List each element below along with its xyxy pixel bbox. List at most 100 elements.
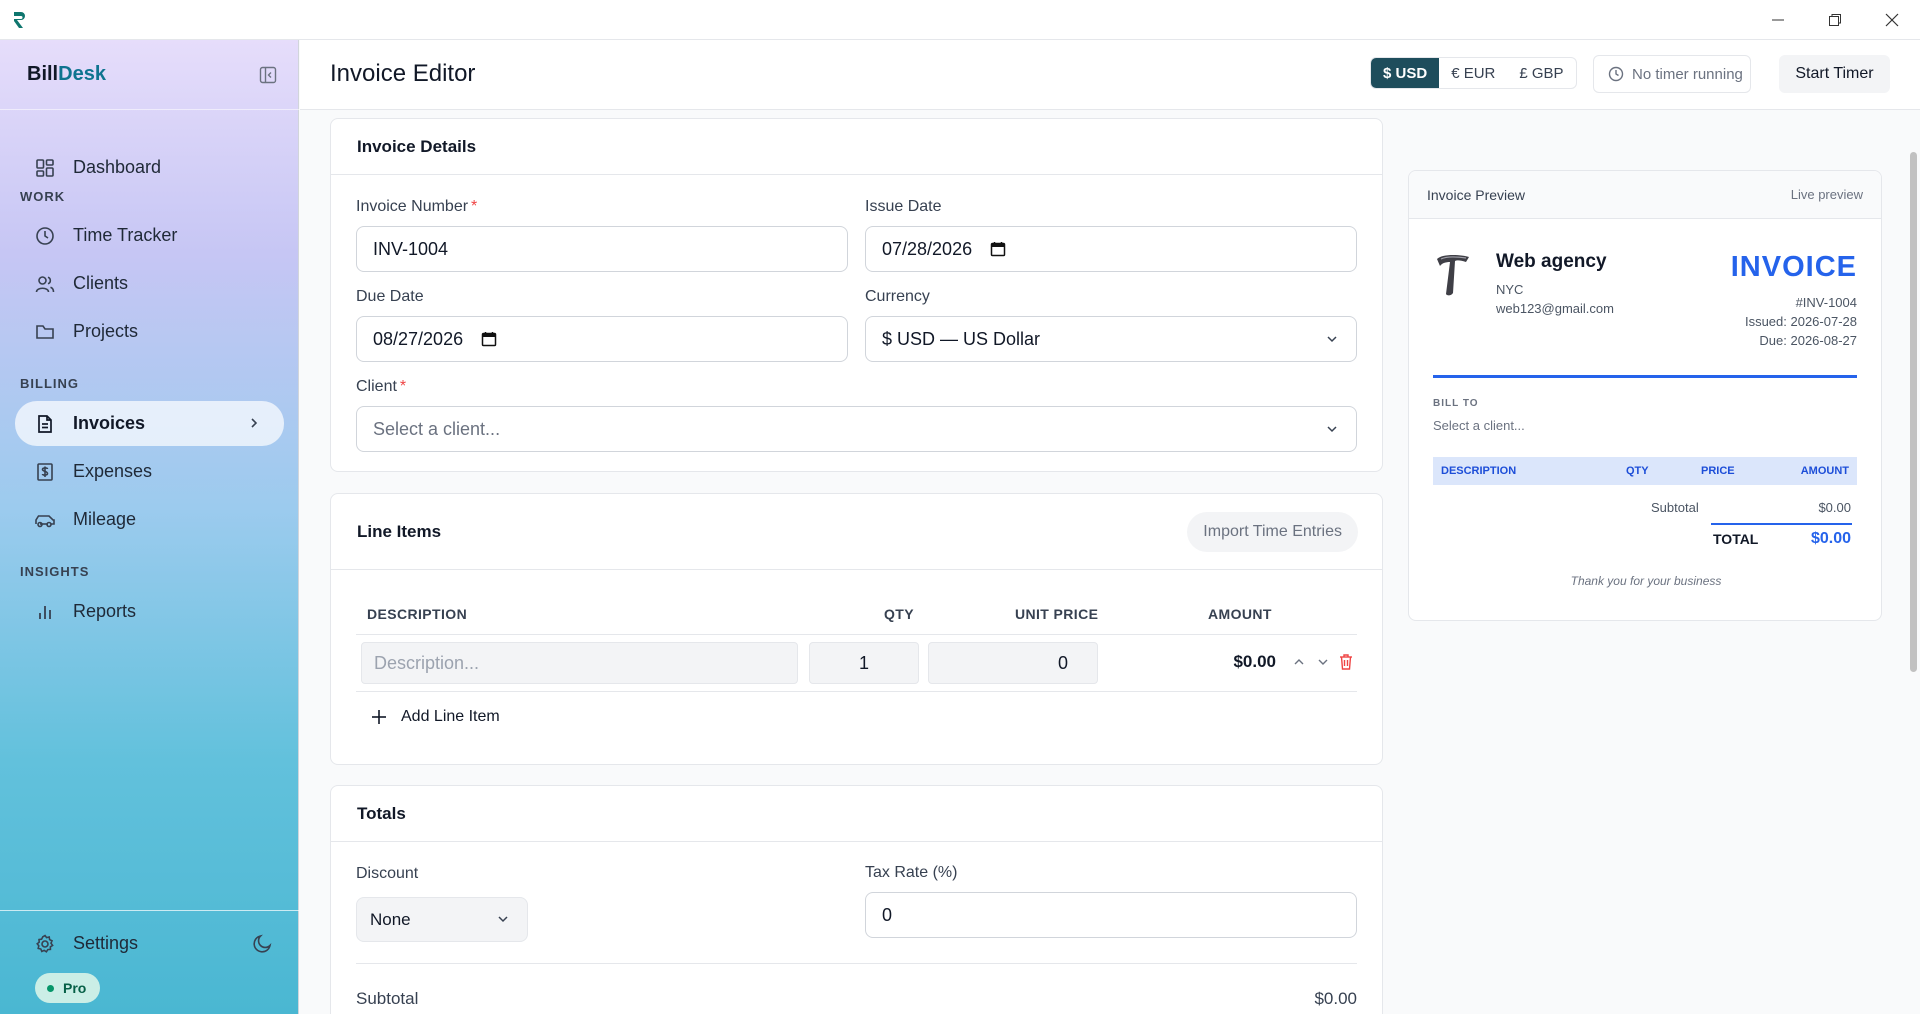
sidebar-item-label: Clients	[73, 273, 129, 293]
currency-switcher: $ USD € EUR £ GBP	[1370, 57, 1577, 89]
add-line-item-label: Add Line Item	[401, 708, 500, 725]
sidebar-item-label: Dashboard	[73, 157, 162, 177]
trash-icon[interactable]	[1338, 653, 1354, 676]
line-item-unit-price-input[interactable]: 0	[928, 642, 1098, 684]
preview-col-description: DESCRIPTION	[1441, 465, 1517, 477]
company-email: web123@gmail.com	[1496, 301, 1614, 316]
preview-header: Invoice Preview Live preview	[1409, 171, 1881, 219]
invoice-number: #INV-1004	[1795, 295, 1857, 310]
move-down-icon[interactable]	[1315, 654, 1331, 675]
sidebar-item-mileage[interactable]: Mileage	[15, 497, 284, 542]
discount-select[interactable]: None	[356, 897, 528, 942]
sidebar-item-settings[interactable]: Settings	[15, 921, 284, 966]
sidebar-item-projects[interactable]: Projects	[15, 309, 284, 354]
preview-table-header: DESCRIPTION QTY PRICE AMOUNT	[1433, 457, 1857, 485]
plan-badge-label: Pro	[63, 980, 87, 996]
sidebar-item-time-tracker[interactable]: Time Tracker	[15, 213, 284, 258]
preview-subtotal-value: $0.00	[1818, 500, 1851, 515]
calendar-icon[interactable]	[481, 331, 497, 347]
currency-select-value: $ USD — US Dollar	[882, 328, 1041, 349]
divider	[356, 691, 1357, 692]
line-item-amount: $0.00	[1233, 652, 1276, 671]
preview-col-amount: AMOUNT	[1800, 465, 1849, 477]
clock-icon	[33, 224, 57, 248]
issue-date-value: 07/28/2026	[882, 238, 973, 259]
dashboard-icon	[33, 156, 57, 180]
preview-subtotal-label: Subtotal	[1651, 500, 1699, 515]
calendar-icon[interactable]	[990, 241, 1006, 257]
car-icon	[33, 508, 57, 532]
invoice-doc-title: INVOICE	[1730, 251, 1857, 283]
import-time-entries-button[interactable]: Import Time Entries	[1187, 512, 1358, 552]
timer-status-label: No timer running	[1632, 65, 1743, 83]
line-items-card: Line Items Import Time Entries DESCRIPTI…	[330, 493, 1383, 765]
totals-card: Totals Discount None Tax Rate (%) 0 Subt…	[330, 785, 1383, 1014]
subtotal-value: $0.00	[1314, 989, 1357, 1008]
sidebar-item-label: Time Tracker	[73, 225, 178, 245]
section-label-billing: BILLING	[20, 376, 79, 391]
bill-to-value: Select a client...	[1433, 418, 1525, 433]
title-bar	[0, 0, 1920, 40]
restore-button[interactable]	[1806, 0, 1863, 40]
tax-rate-label: Tax Rate (%)	[865, 864, 958, 881]
sidebar-item-dashboard[interactable]: Dashboard	[15, 145, 284, 190]
due-date-label: Due Date	[356, 288, 424, 305]
folder-icon	[33, 320, 57, 344]
sidebar-item-label: Mileage	[73, 509, 137, 529]
settings-label: Settings	[73, 933, 139, 953]
issue-date-label: Issue Date	[865, 198, 942, 215]
invoice-number-input[interactable]: INV-1004	[356, 226, 848, 272]
plan-badge: Pro	[35, 973, 101, 1003]
company-logo-icon	[1433, 249, 1473, 304]
start-timer-button[interactable]: Start Timer	[1779, 55, 1890, 93]
currency-select[interactable]: $ USD — US Dollar	[865, 316, 1357, 362]
preview-footer-note: Thank you for your business	[1570, 574, 1722, 588]
line-item-description-input[interactable]: Description...	[361, 642, 798, 684]
bill-to-label: BILL TO	[1433, 398, 1479, 409]
brand-row: BillDesk	[0, 40, 299, 110]
currency-eur-button[interactable]: € EUR	[1439, 58, 1507, 88]
invoice-issued: Issued: 2026-07-28	[1744, 314, 1857, 329]
scrollbar[interactable]	[1910, 152, 1917, 672]
currency-gbp-button[interactable]: £ GBP	[1507, 58, 1575, 88]
page-title: Invoice Editor	[330, 60, 476, 87]
preview-title: Invoice Preview	[1427, 186, 1526, 203]
tax-rate-input[interactable]: 0	[865, 892, 1357, 938]
move-up-icon[interactable]	[1291, 654, 1307, 675]
accent-rule	[1433, 375, 1857, 378]
add-line-item-button[interactable]: Add Line Item	[371, 708, 500, 726]
minimize-button[interactable]	[1749, 0, 1806, 40]
sidebar-item-clients[interactable]: Clients	[15, 261, 284, 306]
total-rule	[1711, 523, 1852, 525]
card-title: Invoice Details	[331, 119, 1382, 175]
sidebar-item-expenses[interactable]: Expenses	[15, 449, 284, 494]
sidebar-item-label: Projects	[73, 321, 139, 341]
moon-icon[interactable]	[252, 932, 274, 959]
sidebar: BillDesk Dashboard WORK Time Tracker Cli…	[0, 40, 299, 1014]
app-logo-icon	[0, 0, 40, 40]
close-button[interactable]	[1863, 0, 1920, 40]
file-icon	[33, 412, 57, 436]
chevron-right-icon	[244, 413, 264, 438]
sidebar-item-invoices[interactable]: Invoices	[15, 401, 284, 446]
required-mark: *	[399, 378, 407, 395]
company-city: NYC	[1496, 282, 1524, 297]
invoice-details-card: Invoice Details Invoice Number * INV-1004…	[330, 118, 1383, 472]
sidebar-item-reports[interactable]: Reports	[15, 589, 284, 634]
currency-usd-button[interactable]: $ USD	[1371, 58, 1440, 88]
gear-icon	[33, 932, 57, 956]
sidebar-item-label: Reports	[73, 601, 137, 621]
discount-select-value: None	[370, 909, 411, 929]
divider	[356, 634, 1357, 635]
brand-logo[interactable]: BillDesk	[27, 63, 106, 86]
due-date-input[interactable]: 08/27/2026	[356, 316, 848, 362]
client-select[interactable]: Select a client...	[356, 406, 1357, 452]
invoice-number-label: Invoice Number *	[356, 198, 477, 216]
label-text: Client	[356, 378, 397, 395]
users-icon	[33, 272, 57, 296]
section-label-insights: INSIGHTS	[20, 564, 90, 579]
sidebar-collapse-icon[interactable]	[257, 64, 279, 86]
issue-date-input[interactable]: 07/28/2026	[865, 226, 1357, 272]
sidebar-footer: Settings Pro	[0, 910, 299, 1014]
line-item-qty-input[interactable]: 1	[809, 642, 919, 684]
